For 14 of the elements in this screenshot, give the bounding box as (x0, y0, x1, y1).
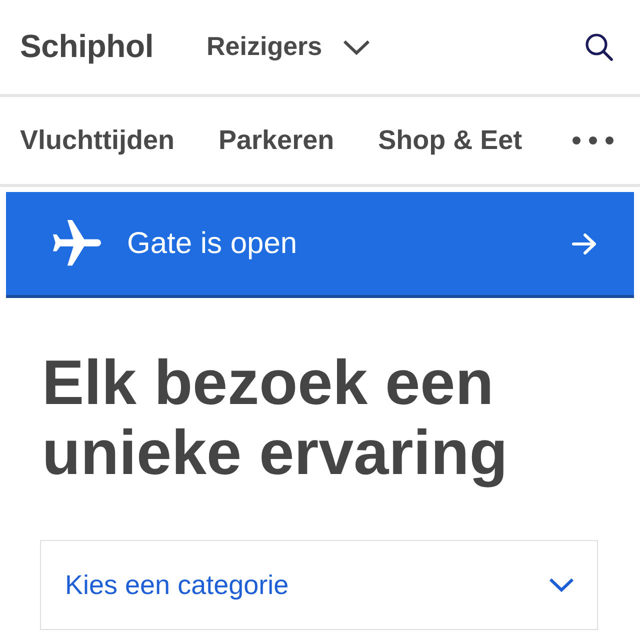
nav-link[interactable]: Shop & Eet (378, 124, 522, 157)
nav-link[interactable]: Vluchttijden (20, 124, 174, 157)
flight-status-banner[interactable]: Gate is open (6, 192, 634, 298)
logo-wordmark[interactable]: Schiphol (20, 29, 154, 65)
nav-link[interactable]: Parkeren (218, 124, 334, 157)
search-icon[interactable] (585, 33, 613, 61)
arrow-right-icon (572, 232, 597, 254)
more-icon[interactable] (572, 136, 614, 145)
page-heading: Elk bezoek een unieke ervaring (42, 348, 509, 488)
chevron-down-icon (343, 40, 370, 54)
audience-menu-button[interactable]: Reizigers (206, 31, 370, 63)
category-dropdown[interactable]: Kies een categorie (40, 540, 598, 630)
chevron-down-icon (549, 578, 574, 592)
airplane-icon (53, 220, 101, 268)
